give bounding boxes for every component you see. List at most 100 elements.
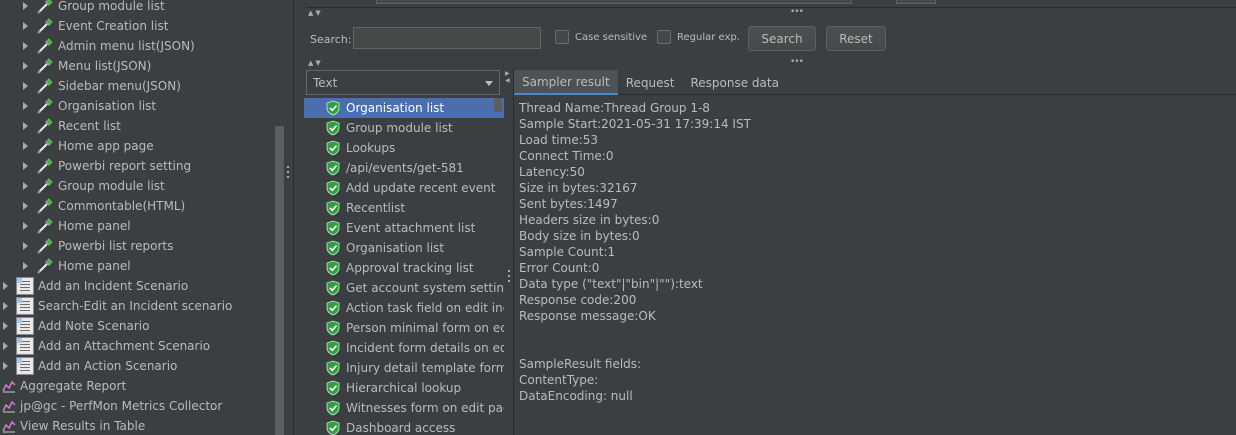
result-item[interactable]: Recentlist — [304, 198, 504, 218]
search-button[interactable]: Search — [748, 26, 816, 51]
collapse-arrows-icon[interactable]: ▲▼ — [308, 9, 323, 17]
expand-arrow-icon[interactable] — [22, 122, 30, 130]
tree-item-listener[interactable]: View Results in Table — [2, 416, 145, 435]
expand-arrow-icon[interactable] — [22, 262, 30, 270]
result-item[interactable]: Action task field on edit inci — [304, 298, 504, 318]
search-input[interactable] — [353, 27, 541, 49]
expand-arrow-icon[interactable] — [22, 242, 30, 250]
tree-item-sampler[interactable]: Powerbi report setting — [22, 156, 191, 176]
tree-item-label: Event Creation list — [58, 19, 169, 33]
top-divider[interactable] — [306, 0, 1236, 8]
tab-sampler-result[interactable]: Sampler result — [514, 70, 618, 95]
sample-results-list[interactable]: Organisation list Group module list Lookup… — [304, 98, 504, 435]
success-shield-icon — [326, 180, 340, 196]
tree-item-scenario[interactable]: Search-Edit an Incident scenario — [2, 296, 232, 316]
config-field[interactable] — [896, 0, 936, 4]
result-item[interactable]: Injury detail template form d — [304, 358, 504, 378]
tree-item-scenario[interactable]: Add an Incident Scenario — [2, 276, 188, 296]
tree-item-sampler[interactable]: Group module list — [22, 0, 165, 16]
http-sampler-icon — [37, 98, 53, 114]
expand-arrow-icon[interactable] — [2, 302, 10, 310]
success-shield-icon — [326, 260, 340, 276]
expand-arrow-icon[interactable] — [22, 22, 30, 30]
tree-item-label: Aggregate Report — [20, 379, 127, 393]
tree-item-label: Home panel — [58, 219, 131, 233]
filename-field[interactable] — [376, 0, 852, 4]
tree-scrollbar[interactable] — [275, 126, 284, 435]
result-item[interactable]: Dashboard access — [304, 418, 504, 435]
tree-item-listener[interactable]: jp@gc - PerfMon Metrics Collector — [2, 396, 222, 416]
reset-button[interactable]: Reset — [826, 26, 886, 51]
expand-arrow-icon[interactable] — [22, 102, 30, 110]
collapse-arrows-icon[interactable]: ▶ ◀ — [505, 70, 512, 84]
result-item[interactable]: Add update recent event — [304, 178, 504, 198]
result-item-label: Get account system setting — [346, 281, 504, 295]
result-item[interactable]: Incident form details on edi — [304, 338, 504, 358]
result-item[interactable]: Group module list — [304, 118, 504, 138]
results-splitter[interactable]: ▶ ◀ — [504, 70, 514, 435]
result-item[interactable]: /api/events/get-581 — [304, 158, 504, 178]
tree-item-sampler[interactable]: Commontable(HTML) — [22, 196, 185, 216]
tree-item-sampler[interactable]: Organisation list — [22, 96, 156, 116]
sample-detail-panel: Sampler result Request Response data Thr… — [514, 70, 1236, 435]
tree-item-scenario[interactable]: Add Note Scenario — [2, 316, 149, 336]
report-chart-icon — [2, 400, 16, 413]
result-item[interactable]: Organisation list — [304, 238, 504, 258]
http-sampler-icon — [37, 38, 53, 54]
tree-item-sampler[interactable]: Menu list(JSON) — [22, 56, 151, 76]
tree-item-sampler[interactable]: Home panel — [22, 256, 131, 276]
tree-item-sampler[interactable]: Sidebar menu(JSON) — [22, 76, 181, 96]
expand-arrow-icon[interactable] — [2, 362, 10, 370]
tree-item-sampler[interactable]: Admin menu list(JSON) — [22, 36, 195, 56]
results-area: Text Organisation list Group module list L… — [304, 70, 1236, 435]
regex-checkbox[interactable] — [657, 30, 671, 44]
http-sampler-icon — [37, 258, 53, 274]
expand-arrow-icon[interactable] — [22, 2, 30, 10]
tree-item-sampler[interactable]: Group module list — [22, 176, 165, 196]
tree-item-scenario[interactable]: Add an Action Scenario — [2, 356, 177, 376]
tree-item-label: View Results in Table — [20, 419, 146, 433]
expand-arrow-icon[interactable] — [22, 62, 30, 70]
expand-arrow-icon[interactable] — [22, 222, 30, 230]
tree-item-sampler[interactable]: Recent list — [22, 116, 121, 136]
renderer-select[interactable]: Text — [306, 70, 500, 95]
expand-arrow-icon[interactable] — [2, 322, 10, 330]
result-item[interactable]: Lookups — [304, 138, 504, 158]
result-item[interactable]: Person minimal form on ec — [304, 318, 504, 338]
sampler-result-text[interactable]: Thread Name:Thread Group 1-8 Sample Start… — [514, 96, 1236, 435]
result-item[interactable]: Organisation list — [304, 98, 504, 118]
expand-arrow-icon[interactable] — [22, 202, 30, 210]
success-shield-icon — [326, 240, 340, 256]
expand-arrow-icon[interactable] — [22, 82, 30, 90]
list-scrollbar[interactable] — [494, 98, 502, 112]
tree-splitter[interactable] — [284, 0, 294, 435]
tab-response-data[interactable]: Response data — [682, 70, 786, 95]
result-item-label: /api/events/get-581 — [346, 161, 464, 175]
http-sampler-icon — [37, 238, 53, 254]
result-item[interactable]: Witnesses form on edit pag — [304, 398, 504, 418]
expand-arrow-icon[interactable] — [2, 342, 10, 350]
collapse-arrows-icon[interactable]: ▲▼ — [308, 59, 323, 67]
tree-item-sampler[interactable]: Home panel — [22, 216, 131, 236]
case-sensitive-checkbox[interactable] — [555, 30, 569, 44]
test-plan-tree[interactable]: Group module list Event Creation list Ad… — [0, 0, 284, 435]
result-item[interactable]: Event attachment list — [304, 218, 504, 238]
tab-request[interactable]: Request — [618, 70, 683, 95]
expand-arrow-icon[interactable] — [22, 162, 30, 170]
split-grip-icon[interactable]: ••• — [790, 7, 804, 17]
split-grip-icon[interactable]: ••• — [790, 57, 804, 67]
tree-item-listener[interactable]: Aggregate Report — [2, 376, 126, 396]
tree-item-sampler[interactable]: Powerbi list reports — [22, 236, 173, 256]
result-item[interactable]: Hierarchical lookup — [304, 378, 504, 398]
tree-item-sampler[interactable]: Home app page — [22, 136, 154, 156]
expand-arrow-icon[interactable] — [22, 42, 30, 50]
tree-item-sampler[interactable]: Event Creation list — [22, 16, 168, 36]
regex-label: Regular exp. — [677, 32, 740, 43]
result-item[interactable]: Approval tracking list — [304, 258, 504, 278]
expand-arrow-icon[interactable] — [22, 142, 30, 150]
expand-arrow-icon[interactable] — [2, 282, 10, 290]
tree-item-scenario[interactable]: Add an Attachment Scenario — [2, 336, 210, 356]
result-item[interactable]: Get account system setting — [304, 278, 504, 298]
expand-arrow-icon[interactable] — [22, 182, 30, 190]
tree-item-label: Admin menu list(JSON) — [58, 39, 195, 53]
